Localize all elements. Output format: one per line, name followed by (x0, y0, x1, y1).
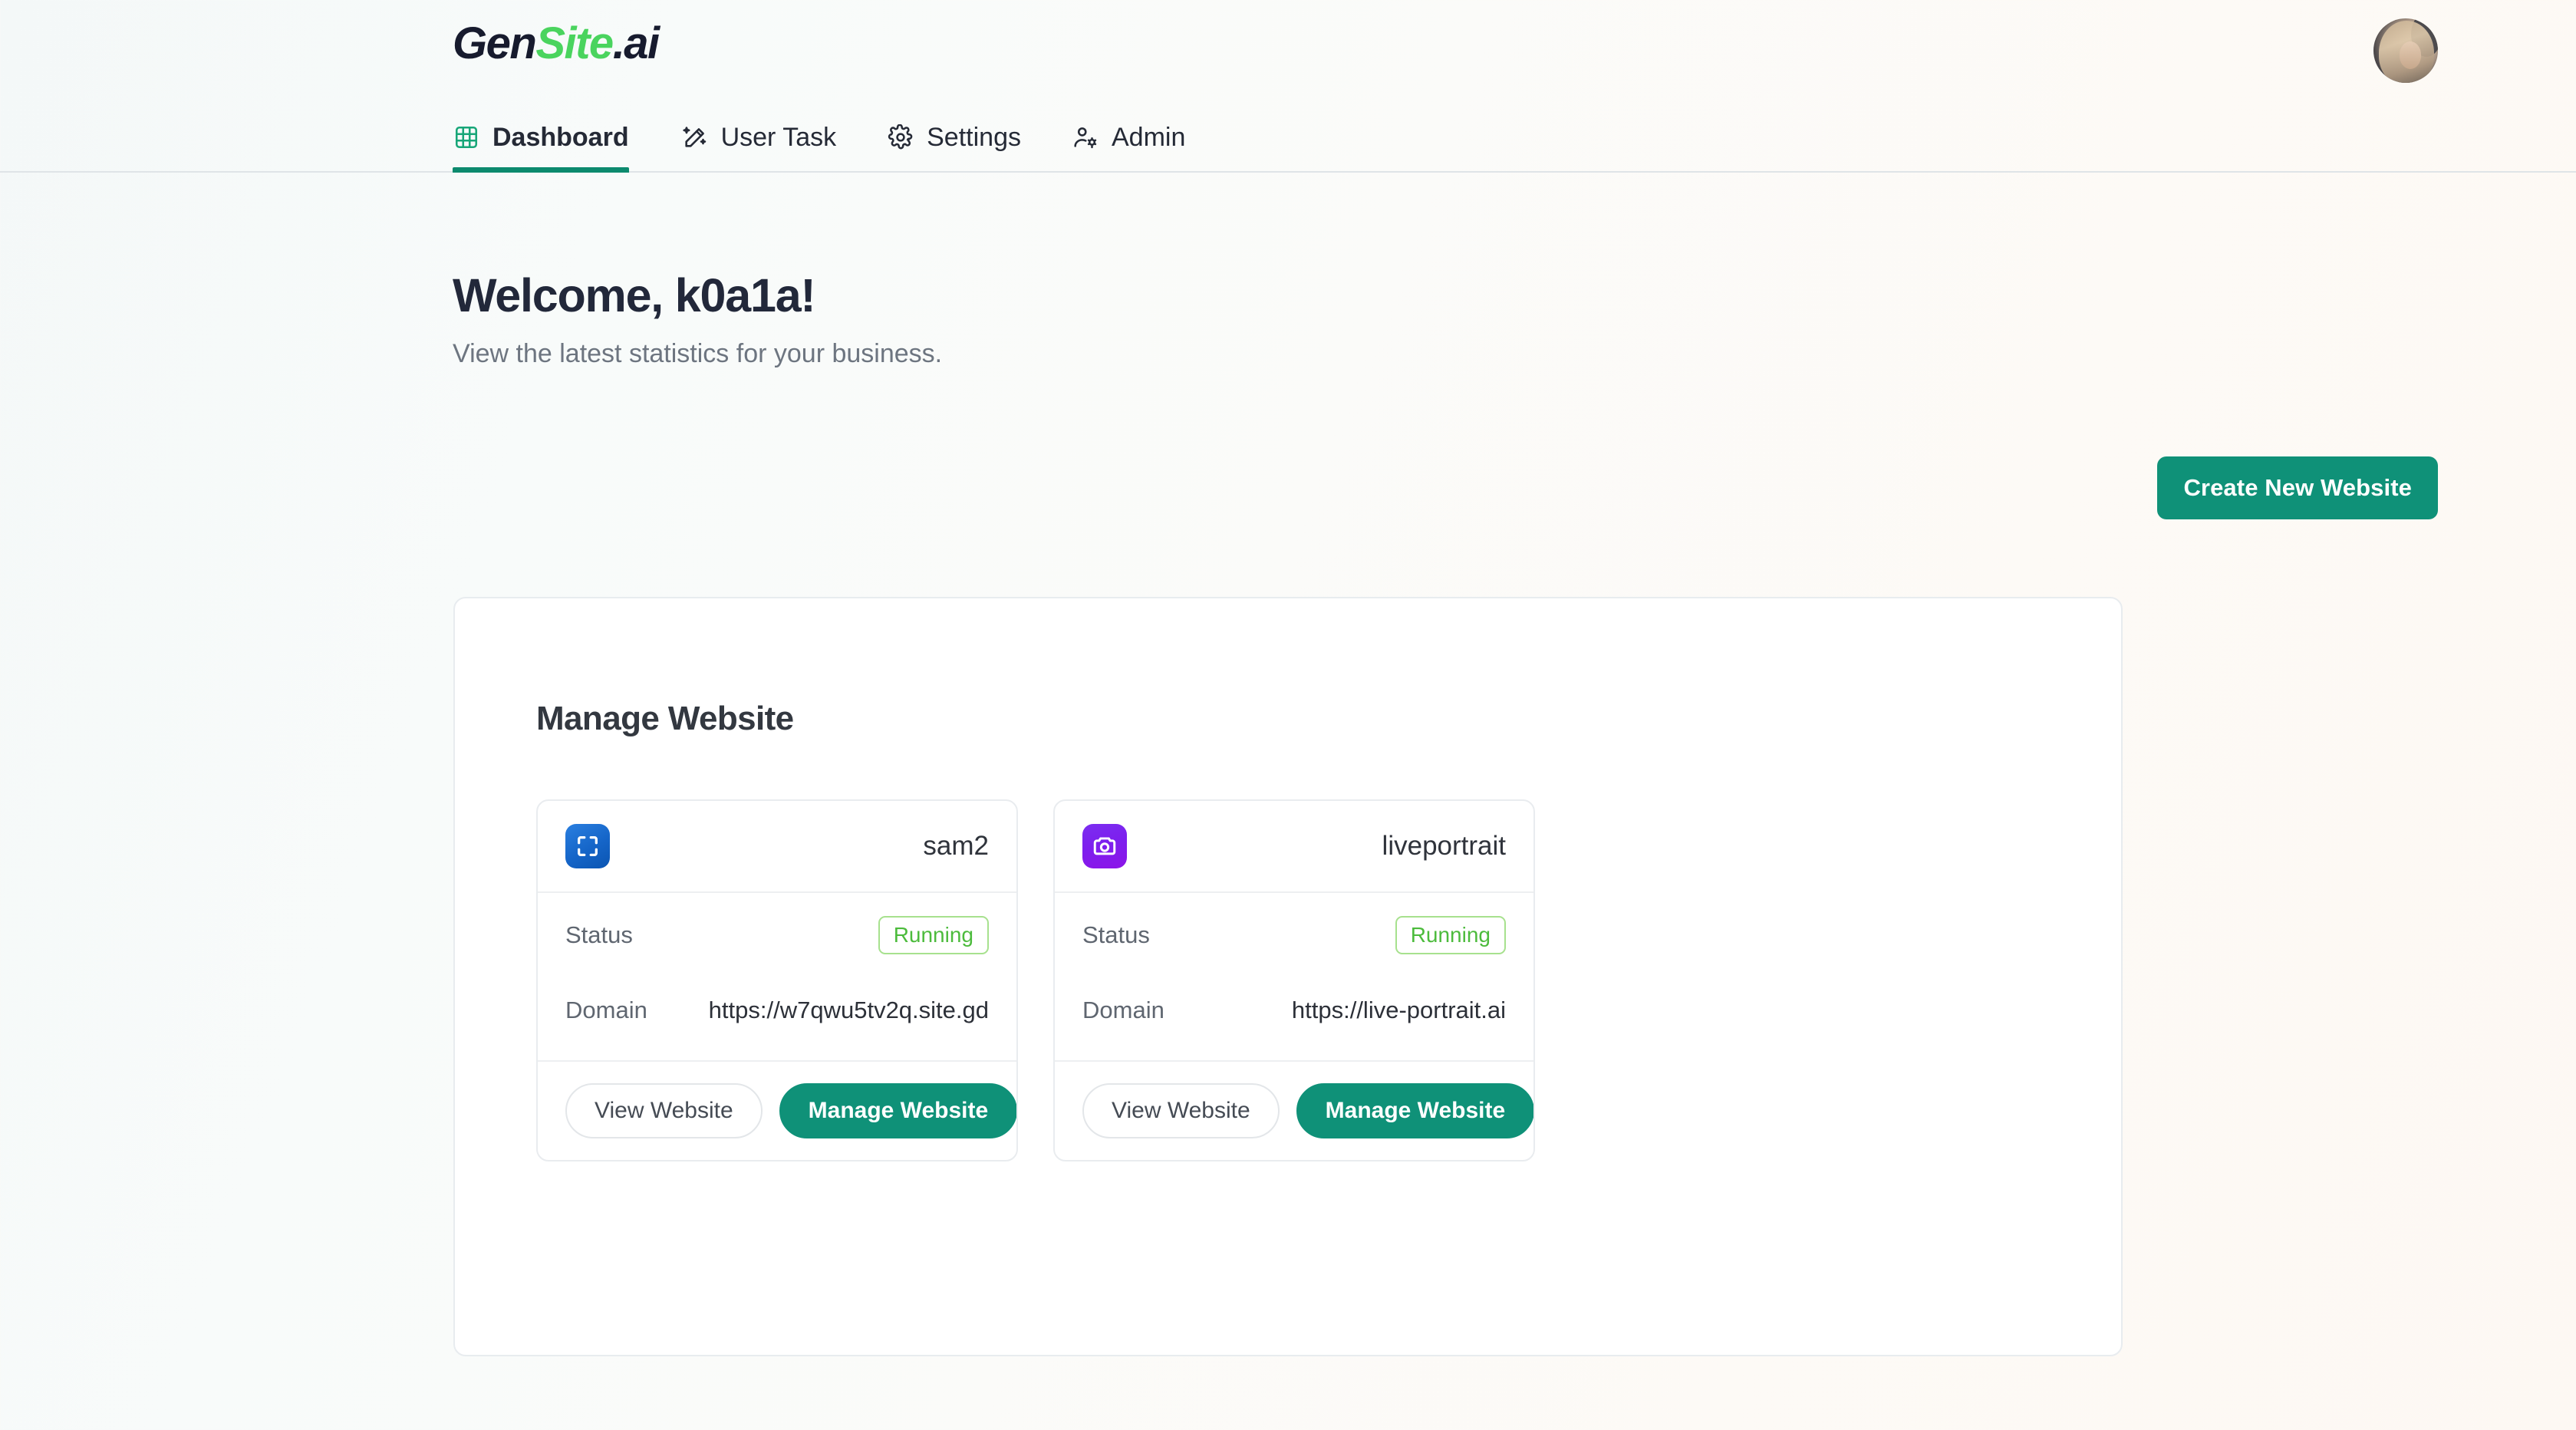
page-title: Welcome, k0a1a! (453, 269, 816, 321)
nav-item-admin[interactable]: Admin (1072, 124, 1205, 171)
domain-label: Domain (1082, 997, 1164, 1023)
brand-logo[interactable]: GenSite.ai (453, 18, 660, 68)
website-card: liveportrait Status Running Domain https… (1053, 799, 1535, 1161)
view-website-button[interactable]: View Website (565, 1083, 763, 1138)
website-card-body: Status Running Domain https://w7qwu5tv2q… (538, 893, 1016, 1060)
brand-logo-part-1: Gen (453, 18, 537, 68)
website-card-name: liveportrait (1382, 831, 1506, 861)
domain-row: Domain https://live-portrait.ai (1082, 987, 1506, 1034)
user-gear-icon (1072, 124, 1099, 151)
status-label: Status (565, 921, 633, 948)
status-label: Status (1082, 921, 1150, 948)
status-row: Status Running (1082, 911, 1506, 959)
manage-website-button[interactable]: Manage Website (1296, 1083, 1533, 1138)
site-header: GenSite.ai Dashboard User Task Settings … (0, 0, 2576, 173)
manage-website-panel: Manage Website sam2 Status Running Domai… (453, 597, 2123, 1356)
main-nav: Dashboard User Task Settings Admin (453, 123, 1236, 173)
main-content: Welcome, k0a1a! View the latest statisti… (0, 173, 2576, 1430)
website-card-header: sam2 (538, 801, 1016, 893)
nav-item-dashboard[interactable]: Dashboard (453, 123, 649, 173)
camera-icon (1082, 824, 1127, 868)
website-card-name: sam2 (923, 831, 989, 861)
brand-logo-part-2: Site (535, 18, 614, 68)
website-card-footer: View Website Manage Website (1055, 1060, 1533, 1160)
magic-wand-icon (681, 124, 709, 151)
page-subtitle: View the latest statistics for your busi… (453, 339, 943, 369)
avatar[interactable] (2373, 18, 2438, 83)
domain-value[interactable]: https://live-portrait.ai (1292, 997, 1506, 1024)
gear-icon (887, 124, 914, 151)
nav-label-user-task: User Task (720, 123, 837, 152)
manage-website-button[interactable]: Manage Website (779, 1083, 1016, 1138)
avatar-face (2399, 41, 2422, 69)
website-card-body: Status Running Domain https://live-portr… (1055, 893, 1533, 1060)
website-card: sam2 Status Running Domain https://w7qwu… (536, 799, 1018, 1161)
domain-row: Domain https://w7qwu5tv2q.site.gd (565, 987, 989, 1034)
panel-title: Manage Website (536, 700, 794, 737)
nav-label-admin: Admin (1111, 123, 1186, 152)
website-card-footer: View Website Manage Website (538, 1060, 1016, 1160)
status-row: Status Running (565, 911, 989, 959)
status-badge: Running (878, 916, 989, 954)
brand-logo-part-3: .ai (612, 18, 660, 68)
dashboard-page: GenSite.ai Dashboard User Task Settings … (0, 0, 2576, 1430)
nav-item-user-task[interactable]: User Task (681, 124, 857, 171)
website-card-header: liveportrait (1055, 801, 1533, 893)
nav-label-settings: Settings (927, 123, 1021, 152)
nav-label-dashboard: Dashboard (492, 123, 629, 152)
welcome-block: Welcome, k0a1a! View the latest statisti… (453, 271, 942, 369)
domain-value[interactable]: https://w7qwu5tv2q.site.gd (709, 997, 989, 1024)
website-card-list: sam2 Status Running Domain https://w7qwu… (536, 799, 1535, 1161)
nav-item-settings[interactable]: Settings (887, 124, 1041, 171)
grid-icon (453, 124, 480, 151)
status-badge: Running (1395, 916, 1506, 954)
create-new-website-button[interactable]: Create New Website (2157, 456, 2438, 519)
domain-label: Domain (565, 997, 647, 1023)
view-website-button[interactable]: View Website (1082, 1083, 1280, 1138)
scan-corners-icon (565, 824, 610, 868)
